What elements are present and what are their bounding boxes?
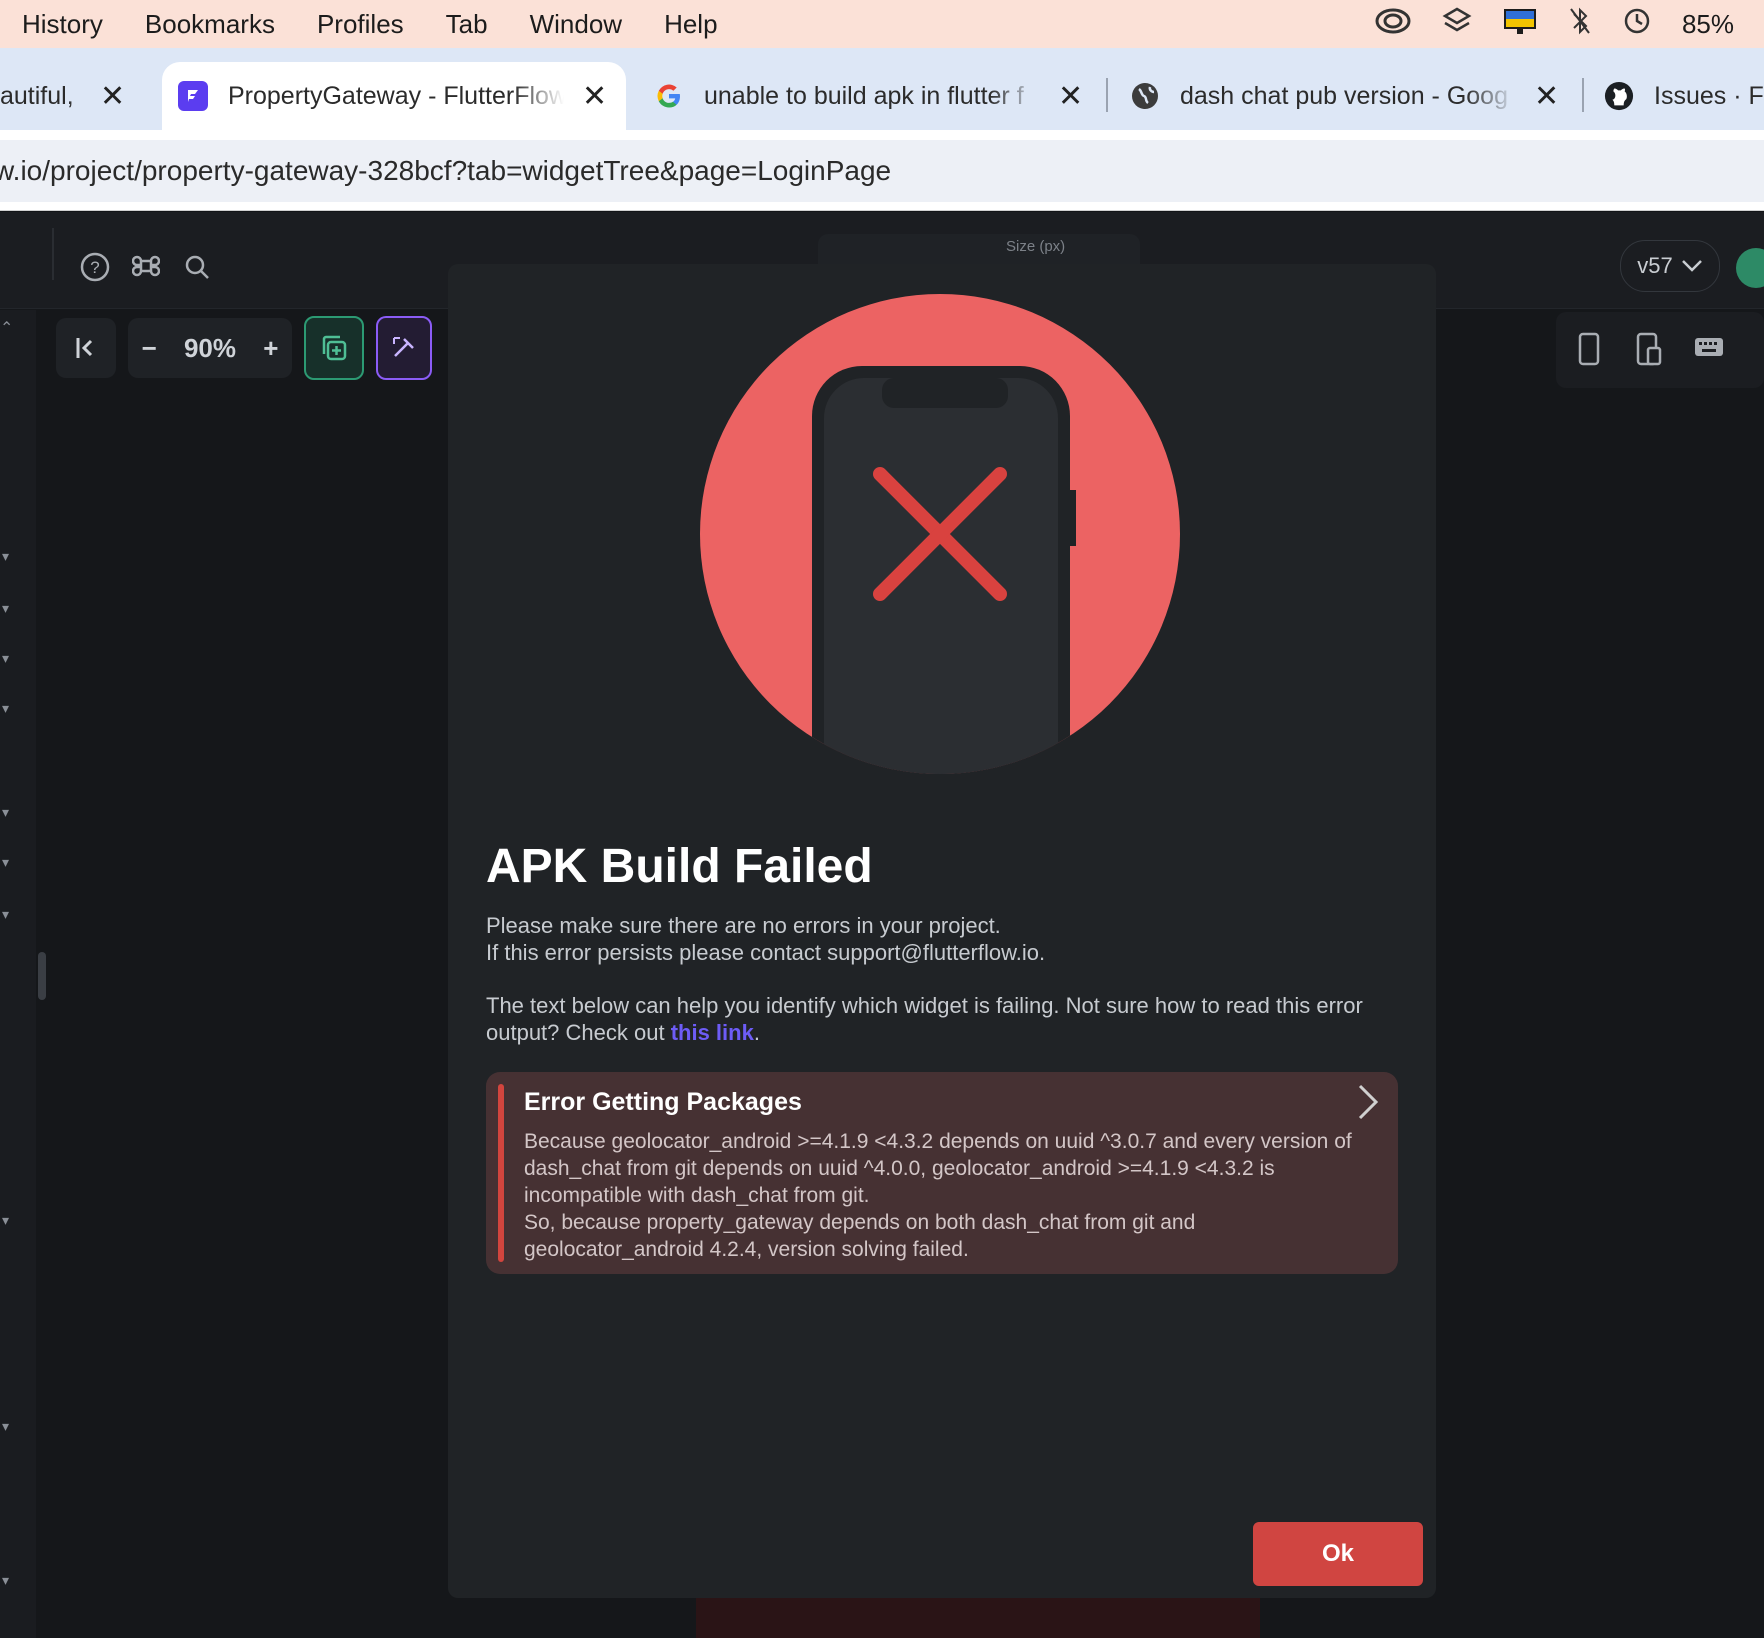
chevron-down-icon[interactable]: ▾ [2,906,9,923]
menu-window[interactable]: Window [530,9,622,40]
tab-previous[interactable]: autiful, r ✕ [0,62,140,130]
tab-propertygateway[interactable]: PropertyGateway - FlutterFlow ✕ [162,62,626,130]
tab-title: unable to build apk in flutter f [704,81,1024,110]
zoom-in-button[interactable]: + [263,333,278,364]
left-rail: ⌃ ▾ ▾ ▾ ▾ ▾ ▾ ▾ ▾ ▾ ▾ [0,310,36,1638]
command-icon[interactable] [131,252,161,285]
google-icon [654,81,684,111]
time-machine-icon[interactable] [1622,6,1652,43]
chevron-down-icon[interactable]: ▾ [2,1212,9,1229]
url-text: w.io/project/property-gateway-328bcf?tab… [0,155,892,186]
close-icon[interactable]: ✕ [100,79,125,114]
device-preview-toolbar [1556,312,1764,388]
close-icon[interactable]: ✕ [1534,79,1559,114]
bluetooth-off-icon[interactable] [1568,6,1592,43]
dialog-help-text: The text below can help you identify whi… [486,992,1376,1046]
creative-cloud-icon[interactable] [1374,7,1412,42]
divider [52,228,54,280]
canvas-toolbar: − 90% + [56,310,432,386]
error-title: Error Getting Packages [524,1088,802,1116]
phone-icon[interactable] [1578,332,1600,371]
resize-handle[interactable] [38,952,46,1000]
build-failed-dialog: APK Build Failed Please make sure there … [448,264,1436,1598]
menu-profiles[interactable]: Profiles [317,9,404,40]
globe-icon [1130,81,1160,111]
flutterflow-icon [178,81,208,111]
chevron-down-icon[interactable]: ▾ [2,854,9,871]
tab-github-issues[interactable]: Issues · Fl [1604,62,1764,130]
chevron-down-icon[interactable]: ▾ [2,1572,9,1589]
search-icon[interactable] [184,254,210,285]
dialog-message-line2: If this error persists please contact su… [486,940,1046,965]
tab-title: PropertyGateway - FlutterFlow [228,81,564,110]
help-text-prefix: The text below can help you identify whi… [486,993,1363,1045]
zoom-control: − 90% + [128,318,292,378]
ok-button[interactable]: Ok [1253,1522,1423,1586]
size-label: Size (px) [1006,238,1066,255]
zoom-level: 90% [183,332,237,363]
tab-title: Issues · Fl [1654,81,1764,110]
theme-button[interactable] [376,316,432,380]
status-check-icon[interactable] [1736,248,1764,288]
status-area: 85% [1374,0,1764,48]
tab-dash-chat[interactable]: dash chat pub version - Goog ✕ [1130,62,1562,130]
tab-title: dash chat pub version - Goog [1180,81,1508,110]
menu-tab[interactable]: Tab [446,9,488,40]
chevron-down-icon[interactable]: ▾ [2,650,9,667]
version-selector[interactable]: v57 [1620,240,1720,292]
tab-separator [1582,78,1584,112]
display-icon[interactable] [1502,6,1538,43]
chevron-down-icon[interactable]: ▾ [2,804,9,821]
error-message: Because geolocator_android >=4.1.9 <4.3.… [524,1130,1352,1261]
tab-separator [1106,78,1108,112]
chevron-down-icon[interactable]: ▾ [2,700,9,717]
url-field[interactable]: w.io/project/property-gateway-328bcf?tab… [0,140,1764,202]
close-icon[interactable]: ✕ [1058,79,1083,114]
keyboard-icon[interactable] [1694,336,1724,365]
chevron-down-icon[interactable]: ▾ [2,1418,9,1435]
address-bar: w.io/project/property-gateway-328bcf?tab… [0,130,1764,211]
help-icon[interactable]: ? [80,252,110,287]
zoom-out-button[interactable]: − [142,333,157,364]
add-widget-button[interactable] [304,316,364,380]
layers-icon[interactable] [1442,6,1472,43]
error-details-panel[interactable]: Error Getting Packages Because geolocato… [486,1072,1398,1274]
chevron-down-icon[interactable]: ▾ [2,548,9,565]
chevron-down-icon [1681,253,1703,279]
error-accent-bar [498,1084,504,1262]
close-icon[interactable]: ✕ [582,79,607,114]
bottom-panel [696,1598,1260,1638]
menu-bar: History Bookmarks Profiles Tab Window He… [0,0,1764,48]
expand-icon[interactable]: ⌃ [0,318,13,338]
menu-bookmarks[interactable]: Bookmarks [145,9,275,40]
battery-percentage[interactable]: 85% [1682,9,1734,40]
help-text-suffix: . [753,1020,760,1045]
version-label: v57 [1637,253,1673,278]
chevron-down-icon[interactable]: ▾ [2,600,9,617]
tab-title: autiful, r [0,81,82,110]
menu-history[interactable]: History [22,9,103,40]
tab-google-search[interactable]: unable to build apk in flutter f ✕ [654,62,1084,130]
collapse-panel-button[interactable] [56,318,116,378]
dialog-title: APK Build Failed [486,840,873,893]
github-icon [1604,81,1634,111]
menu-help[interactable]: Help [664,9,717,40]
svg-text:?: ? [90,258,99,277]
help-link[interactable]: this link [671,1020,754,1045]
tab-strip: autiful, r ✕ PropertyGateway - FlutterFl… [0,48,1764,130]
phone-error-illustration [700,294,1180,774]
chevron-right-icon[interactable] [1356,1082,1380,1133]
dialog-message-line1: Please make sure there are no errors in … [486,913,1001,938]
tablet-icon[interactable] [1636,332,1662,371]
